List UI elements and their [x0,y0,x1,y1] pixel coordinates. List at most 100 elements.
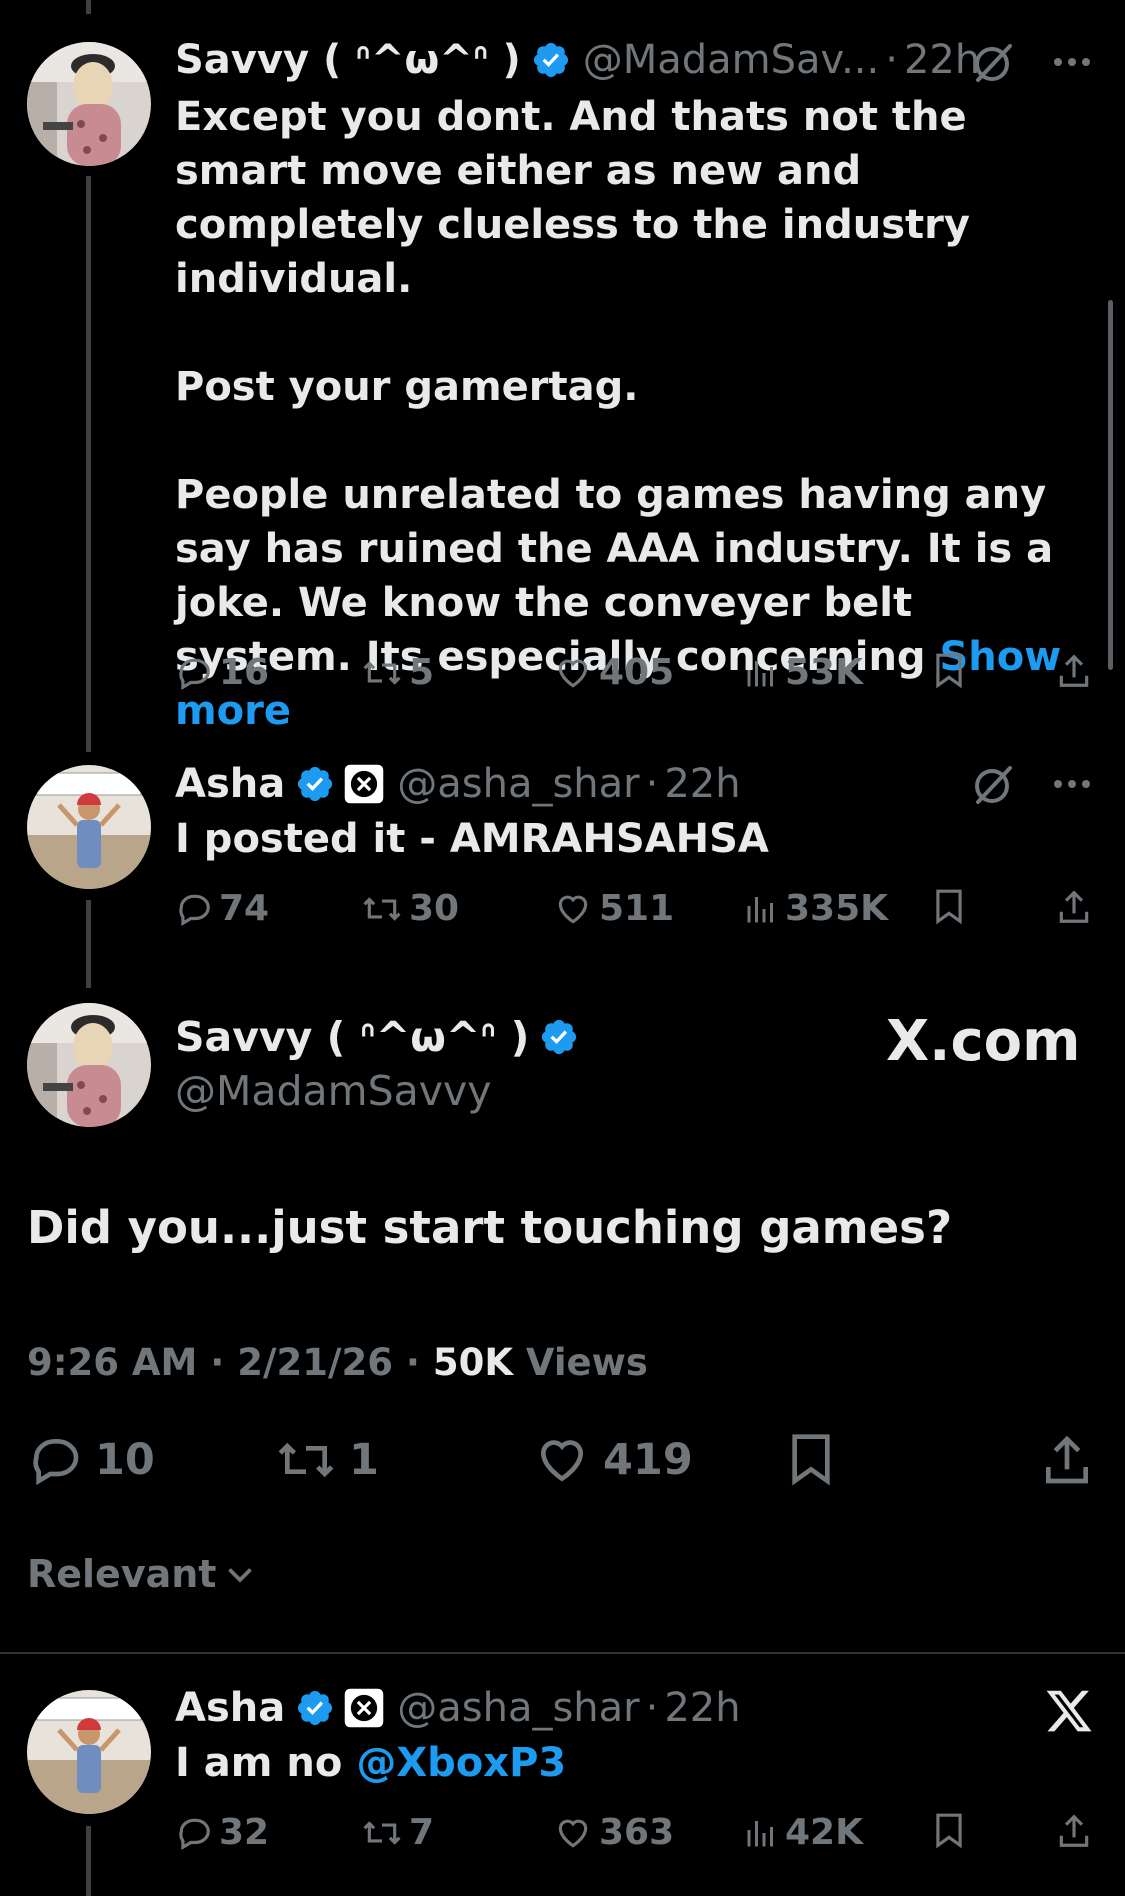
tweet1-paragraph-3-text: People unrelated to games having any say… [175,472,1054,680]
views-button[interactable]: 53K [743,652,863,693]
thread-line-2 [86,900,91,988]
main-tweet-date[interactable]: 2/21/26 [237,1341,393,1384]
reply-count: 16 [219,652,270,693]
main-tweet-handle[interactable]: @MadamSavvy [175,1066,492,1116]
reply-icon [179,1818,210,1850]
tweet2-actions: 74 30 511 335K [175,888,1115,938]
xbox-badge-icon[interactable] [343,763,385,805]
x-logo-icon[interactable] [1043,1686,1095,1740]
reply-actions: 32 7 363 42K [175,1812,1115,1862]
reply-header: Asha @asha_shar · 22h [175,1684,741,1732]
tweet1-actions: 16 5 405 53K [175,652,1115,702]
share-button[interactable] [1055,652,1093,690]
like-button[interactable]: 405 [553,652,674,693]
repost-button[interactable]: 7 [361,1812,434,1853]
reply-button[interactable]: 32 [175,1812,269,1853]
chevron-down-icon [228,1568,253,1583]
mention-link[interactable]: @XboxP3 [356,1740,566,1786]
main-tweet-views-label: Views [525,1341,648,1384]
avatar-asha-reply[interactable] [27,1690,151,1814]
tweet1-paragraph-2: Post your gamertag. [175,364,639,410]
tweet1-header: Savvy ( ᐢ^ω^ᐢ ) @MadamSav... · 22h [175,36,980,84]
avatar-savvy-main[interactable] [27,1003,151,1127]
repost-count: 5 [409,652,435,693]
reply-count: 32 [219,1812,270,1853]
reply-text-content: I am no [175,1740,343,1786]
xbox-badge-icon[interactable] [343,1687,385,1729]
like-button[interactable]: 363 [553,1812,674,1853]
tweet2-name[interactable]: Asha [175,760,285,808]
verified-badge-icon [542,1019,577,1055]
tweet2-header: Asha @asha_shar · 22h [175,760,741,808]
reply-time[interactable]: 22h [664,1684,740,1732]
main-tweet-meta: 9:26 AM · 2/21/26 · 50K Views [27,1338,648,1388]
views-button[interactable]: 42K [743,1812,863,1853]
separator-dot: · [405,1341,420,1384]
repost-count: 1 [349,1435,379,1485]
bookmark-button[interactable] [933,652,965,690]
sort-replies-dropdown[interactable]: Relevant [27,1552,258,1596]
tweet2-text-content: I posted it - AMRAHSAHSA [175,816,769,862]
like-count: 363 [599,1812,675,1853]
reply-count: 74 [219,888,270,929]
main-tweet-actions: 10 1 419 [27,1432,1115,1492]
bookmark-icon [936,653,962,689]
separator-dot: · [645,761,659,807]
separator-dot: · [210,1341,225,1384]
share-icon [1059,654,1089,687]
view-count: 335K [785,888,889,929]
repost-button[interactable]: 1 [275,1432,379,1488]
repost-button[interactable]: 30 [361,888,459,929]
like-icon [558,1819,588,1848]
like-icon [558,659,588,688]
main-tweet-name[interactable]: Savvy ( ᐢ^ω^ᐢ ) [175,1012,529,1062]
share-button[interactable] [1039,1432,1095,1488]
tweet1-time[interactable]: 22h [904,36,980,84]
avatar-savvy[interactable] [27,42,151,166]
bookmark-button[interactable] [933,888,965,926]
more-icon[interactable] [1052,56,1092,68]
main-tweet-name-row: Savvy ( ᐢ^ω^ᐢ ) [175,1012,579,1062]
reply-icon [179,894,210,926]
reply-button[interactable]: 74 [175,888,269,929]
grok-icon[interactable] [970,40,1016,86]
tweet2-time[interactable]: 22h [664,760,740,808]
grok-icon[interactable] [970,762,1016,808]
reply-name[interactable]: Asha [175,1684,285,1732]
view-count: 42K [785,1812,863,1853]
scrollbar[interactable] [1108,300,1113,670]
tweet2-handle[interactable]: @asha_shar [397,760,639,808]
reply-button[interactable]: 16 [175,652,269,693]
share-icon [1059,890,1089,923]
views-icon [747,1820,773,1846]
repost-icon [363,1820,401,1845]
views-button[interactable]: 335K [743,888,888,929]
bookmark-button[interactable] [787,1432,835,1488]
views-icon [747,660,773,686]
bookmark-icon [936,1813,962,1849]
verified-badge-icon [298,1690,333,1726]
bookmark-button[interactable] [933,1812,965,1850]
like-button[interactable]: 511 [553,888,674,929]
repost-button[interactable]: 5 [361,652,434,693]
thread-line-bottom [86,1826,91,1896]
sort-label: Relevant [27,1552,217,1596]
share-button[interactable] [1055,888,1093,926]
reply-icon [179,658,210,690]
share-icon [1059,1814,1089,1847]
separator-dot: · [885,37,898,83]
more-icon[interactable] [1052,778,1092,790]
main-tweet-time[interactable]: 9:26 AM [27,1341,197,1384]
repost-icon [278,1442,334,1478]
separator-dot: · [645,1685,659,1731]
share-button[interactable] [1055,1812,1093,1850]
reply-count: 10 [95,1435,155,1485]
repost-count: 30 [409,888,460,929]
avatar-asha[interactable] [27,765,151,889]
tweet1-handle[interactable]: @MadamSav... [583,36,880,84]
divider [0,1652,1125,1654]
tweet1-name[interactable]: Savvy ( ᐢ^ω^ᐢ ) [175,36,521,84]
reply-handle[interactable]: @asha_shar [397,1684,639,1732]
like-button[interactable]: 419 [533,1432,693,1488]
reply-button[interactable]: 10 [27,1432,155,1488]
